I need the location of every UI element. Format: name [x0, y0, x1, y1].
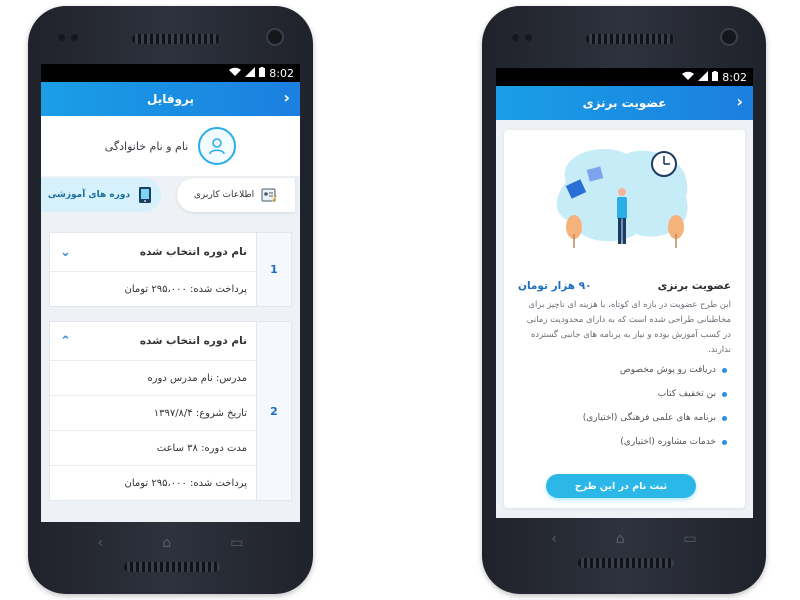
course-row: پرداخت شده: ۲۹۵،۰۰۰ تومان [50, 466, 257, 500]
tab-courses[interactable]: دوره های آموزشی [41, 178, 161, 212]
list-item: خدمات مشاوره (اختیاری) [518, 430, 727, 454]
list-item: دریافت رو پوش مخصوص [518, 358, 727, 382]
bullet-icon [722, 439, 727, 445]
nav-buttons: ‹ ⌂ ▭ [522, 526, 726, 552]
register-plan-button[interactable]: ثبت نام در این طرح [546, 474, 696, 498]
chevron-up-icon[interactable]: ⌃ [60, 334, 71, 349]
course-header[interactable]: نام دوره انتخاب شده ⌄ [50, 233, 257, 272]
id-card-icon [260, 186, 278, 204]
course-duration: مدت دوره: ۳۸ ساعت [156, 442, 247, 454]
course-row: تاریخ شروع: ۱۳۹۷/۸/۴ [50, 396, 257, 431]
course-start-date: تاریخ شروع: ۱۳۹۷/۸/۴ [153, 407, 247, 419]
wifi-icon [229, 67, 242, 80]
earpiece-speaker [132, 34, 220, 44]
plan-description: این طرح عضویت در بازه ای کوتاه، با هزینه… [526, 300, 731, 355]
nav-back-icon[interactable]: ‹ [98, 535, 104, 551]
plan-name: عضویت برنزی [657, 280, 731, 292]
course-teacher: مدرس: نام مدرس دوره [147, 372, 247, 384]
tab-courses-label: دوره های آموزشی [47, 190, 131, 200]
course-card: 1 نام دوره انتخاب شده ⌄ پرداخت شده: ۲۹۵،… [49, 232, 292, 307]
nav-home-icon[interactable]: ⌂ [162, 535, 171, 551]
profile-screen: 8:02 پروفایل › نام و نام خانوادگی اطلاعا… [41, 64, 300, 522]
course-list: 1 نام دوره انتخاب شده ⌄ پرداخت شده: ۲۹۵،… [49, 232, 292, 515]
front-camera [266, 28, 284, 46]
feature-label: بن تخفیف کتاب [657, 389, 716, 399]
back-chevron-icon[interactable]: › [736, 93, 743, 111]
status-bar: 8:02 [496, 68, 753, 86]
course-row: مدت دوره: ۳۸ ساعت [50, 431, 257, 466]
bullet-icon [722, 391, 727, 397]
course-row: پرداخت شده: ۲۹۵،۰۰۰ تومان [50, 272, 257, 306]
course-row: مدرس: نام مدرس دوره [50, 361, 257, 396]
avatar[interactable] [198, 127, 237, 165]
page-title: عضویت برنزی [582, 96, 667, 110]
profile-tabs: اطلاعات کاربری دوره های آموزشی [41, 176, 300, 216]
signal-icon [245, 66, 256, 80]
earpiece-speaker [586, 34, 674, 44]
nav-home-icon[interactable]: ⌂ [616, 531, 625, 547]
sensor-dots [58, 34, 78, 41]
status-time: 8:02 [269, 66, 294, 80]
front-camera [720, 28, 738, 46]
phone-left: 8:02 پروفایل › نام و نام خانوادگی اطلاعا… [28, 6, 313, 594]
user-icon [209, 138, 226, 155]
bottom-speaker [578, 558, 674, 568]
plan-header: عضویت برنزی ۹۰ هزار تومان [518, 280, 731, 292]
chevron-down-icon[interactable]: ⌄ [60, 245, 71, 260]
course-card: 2 نام دوره انتخاب شده ⌃ مدرس: نام مدرس د… [49, 321, 292, 501]
course-header[interactable]: نام دوره انتخاب شده ⌃ [50, 322, 257, 361]
feature-list: دریافت رو پوش مخصوص بن تخفیف کتاب برنامه… [518, 358, 727, 454]
status-time: 8:02 [722, 70, 747, 84]
course-number: 2 [256, 322, 291, 500]
list-item: بن تخفیف کتاب [518, 382, 727, 406]
course-paid: پرداخت شده: ۲۹۵،۰۰۰ تومان [124, 477, 247, 489]
profile-header: نام و نام خانوادگی [41, 116, 300, 176]
user-name: نام و نام خانوادگی [104, 139, 189, 153]
sensor-dots [512, 34, 532, 41]
course-paid: پرداخت شده: ۲۹۵،۰۰۰ تومان [124, 283, 247, 295]
app-bar: پروفایل › [41, 82, 300, 116]
course-title: نام دوره انتخاب شده [139, 335, 247, 347]
battery-icon [712, 70, 719, 84]
bottom-speaker [124, 562, 220, 572]
plan-screen: 8:02 عضویت برنزی › عضویت برنزی ۹۰ هزار ت… [496, 68, 753, 518]
battery-icon [259, 66, 266, 80]
nav-recents-icon[interactable]: ▭ [230, 535, 243, 551]
feature-label: برنامه های علمی فرهنگی (اختیاری) [582, 413, 716, 423]
tab-user-info-label: اطلاعات کاربری [193, 190, 255, 200]
phone-right: 8:02 عضویت برنزی › عضویت برنزی ۹۰ هزار ت… [482, 6, 766, 594]
page-title: پروفایل [146, 92, 194, 106]
membership-illustration [556, 149, 688, 248]
feature-label: دریافت رو پوش مخصوص [619, 365, 716, 375]
course-title: نام دوره انتخاب شده [139, 246, 247, 258]
status-bar: 8:02 [41, 64, 300, 82]
wifi-icon [682, 71, 695, 84]
tablet-icon [136, 186, 154, 204]
nav-recents-icon[interactable]: ▭ [683, 531, 696, 547]
course-number: 1 [256, 233, 291, 306]
back-chevron-icon[interactable]: › [283, 89, 290, 107]
signal-icon [698, 70, 709, 84]
plan-price: ۹۰ هزار تومان [518, 280, 592, 292]
bullet-icon [722, 415, 727, 421]
nav-back-icon[interactable]: ‹ [551, 531, 557, 547]
bullet-icon [722, 367, 727, 373]
nav-buttons: ‹ ⌂ ▭ [68, 530, 273, 556]
plan-card: عضویت برنزی ۹۰ هزار تومان این طرح عضویت … [504, 130, 745, 508]
app-bar: عضویت برنزی › [496, 86, 753, 120]
tab-user-info[interactable]: اطلاعات کاربری [177, 178, 295, 212]
list-item: برنامه های علمی فرهنگی (اختیاری) [518, 406, 727, 430]
feature-label: خدمات مشاوره (اختیاری) [620, 437, 716, 447]
